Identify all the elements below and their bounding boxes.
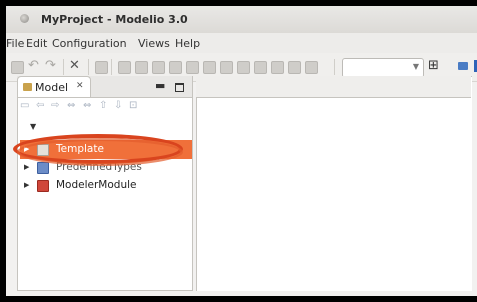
diagram-tool-icon[interactable] [254, 61, 267, 74]
chevron-down-icon[interactable]: ▼ [413, 62, 419, 71]
editor-area [196, 76, 472, 291]
tools-icon[interactable]: ✕ [69, 59, 80, 72]
model-icon [23, 83, 32, 91]
filter-icon[interactable]: ⊡ [129, 100, 137, 111]
diagram-tool-icon[interactable] [118, 61, 131, 74]
package-icon [37, 162, 49, 174]
redo-icon[interactable]: ↷ [45, 59, 56, 72]
window-title: MyProject - Modelio 3.0 [41, 13, 188, 26]
diagram-tool-icon[interactable] [237, 61, 250, 74]
undo-icon[interactable]: ↶ [28, 59, 39, 72]
toolbar-separator [63, 59, 64, 75]
diagram-tool-icon[interactable] [186, 61, 199, 74]
binoculars-icon[interactable]: ⊞ [428, 58, 439, 73]
link-icon[interactable]: ⇔ [67, 100, 75, 111]
diagram-tool-icon[interactable] [220, 61, 233, 74]
chevron-down-icon[interactable]: ▼ [30, 122, 36, 131]
up-icon[interactable]: ⇧ [99, 100, 107, 111]
close-icon[interactable]: ✕ [76, 81, 84, 91]
forward-icon[interactable]: ⇨ [51, 100, 59, 111]
diagram-tool-icon[interactable] [271, 61, 284, 74]
editor-tab-strip [196, 76, 471, 98]
menu-bar: File Edit Configuration Views Help [6, 33, 477, 53]
minimize-icon[interactable]: ▬ [155, 79, 165, 92]
down-icon[interactable]: ⇩ [114, 100, 122, 111]
annotation-ellipse [17, 138, 183, 166]
menu-edit[interactable]: Edit [26, 37, 47, 50]
diagram-tool-icon[interactable] [135, 61, 148, 74]
toolbar-separator [334, 59, 335, 75]
sync-icon[interactable]: ⇔ [83, 100, 91, 111]
folder-icon[interactable] [458, 62, 468, 70]
collapse-all-icon[interactable]: ▭ [20, 100, 29, 111]
diagram-tool-icon[interactable] [169, 61, 182, 74]
expand-icon[interactable]: ▶ [24, 163, 29, 171]
diagram-tool-icon[interactable] [152, 61, 165, 74]
window-menu-button[interactable] [20, 14, 29, 23]
model-view-tabbar: Model ✕ ▬ [17, 76, 192, 98]
title-bar: MyProject - Modelio 3.0 [6, 6, 477, 33]
module-icon [37, 180, 49, 192]
expand-icon[interactable]: ▶ [24, 181, 29, 189]
tab-model-label: Model [35, 81, 69, 94]
save-icon[interactable] [11, 61, 24, 74]
menu-help[interactable]: Help [175, 37, 200, 50]
back-icon[interactable]: ⇦ [36, 100, 44, 111]
audit-icon[interactable] [95, 61, 108, 74]
toolbar-separator [88, 59, 89, 75]
toolbar-separator [111, 59, 112, 75]
tab-model[interactable]: Model ✕ [17, 76, 91, 97]
menu-configuration[interactable]: Configuration [52, 37, 127, 50]
diagram-tool-icon[interactable] [203, 61, 216, 74]
tree-item-label: ModelerModule [56, 179, 137, 191]
maximize-icon[interactable] [175, 83, 184, 92]
menu-file[interactable]: File [6, 37, 24, 50]
diagram-tool-icon[interactable] [288, 61, 301, 74]
search-combo[interactable]: ▼ [342, 58, 424, 78]
tree-item-modelermodule[interactable]: ▶ ModelerModule [20, 176, 192, 194]
menu-views[interactable]: Views [138, 37, 170, 50]
diagram-tool-icon[interactable] [305, 61, 318, 74]
model-view-toolbar: ▭ ⇦ ⇨ ⇔ ⇔ ⇧ ⇩ ⊡ [17, 97, 192, 117]
